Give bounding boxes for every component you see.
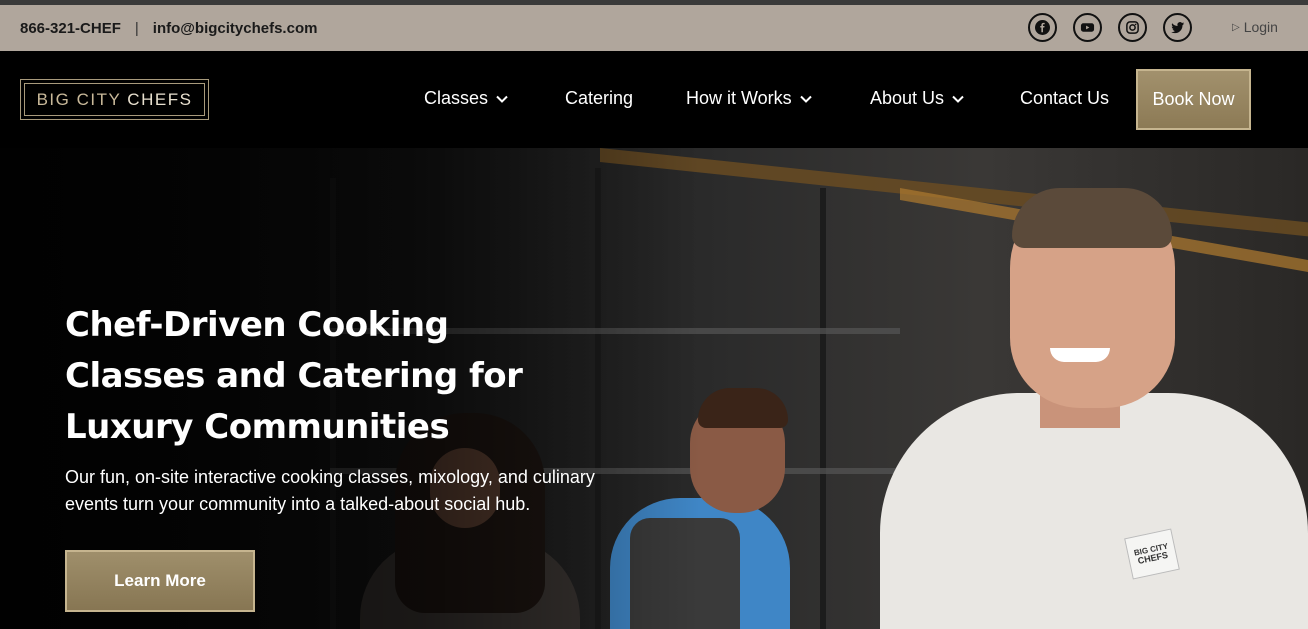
instagram-icon[interactable] — [1118, 13, 1147, 42]
social-links — [1028, 13, 1192, 42]
chevron-down-icon — [496, 95, 508, 103]
contact-info: 866-321-CHEF | info@bigcitychefs.com — [20, 20, 317, 37]
nav-item-label: How it Works — [686, 88, 792, 108]
contact-separator: | — [134, 19, 139, 37]
login-link[interactable]: ▷ Login — [1232, 19, 1278, 35]
chef-photo — [880, 393, 1308, 629]
hero-title: Chef-Driven Cooking Classes and Catering… — [65, 305, 523, 447]
hero-section: BIG CITY CHEFS Chef-Driven Cooking Class… — [0, 148, 1308, 629]
nav-item-catering[interactable]: Catering — [565, 88, 633, 109]
youtube-icon[interactable] — [1073, 13, 1102, 42]
shelf-pole — [820, 188, 826, 629]
nav-item-label: Catering — [565, 88, 634, 108]
nav-item-contact-us[interactable]: Contact Us — [1020, 88, 1109, 109]
play-triangle-icon: ▷ — [1232, 21, 1240, 33]
nav-item-about-us[interactable]: About Us — [870, 88, 964, 109]
email-link[interactable]: info@bigcitychefs.com — [153, 20, 318, 37]
chef-photo — [1012, 188, 1172, 248]
facebook-icon[interactable] — [1028, 13, 1057, 42]
login-label: Login — [1243, 19, 1278, 35]
background-person — [698, 388, 788, 428]
logo[interactable]: BIG CITY CHEFS — [20, 79, 209, 120]
hero-subtitle: Our fun, on-site interactive cooking cla… — [65, 467, 595, 514]
nav-item-label: Contact Us — [1020, 88, 1110, 108]
twitter-icon[interactable] — [1163, 13, 1192, 42]
nav-item-label: Classes — [424, 88, 489, 108]
main-navigation: BIG CITY CHEFS Classes Catering How it W… — [0, 51, 1308, 148]
top-contact-bar: 866-321-CHEF | info@bigcitychefs.com ▷ L… — [0, 5, 1308, 51]
logo-frame: BIG CITY CHEFS — [24, 83, 205, 116]
phone-link[interactable]: 866-321-CHEF — [20, 20, 121, 37]
chevron-down-icon — [952, 95, 964, 103]
nav-item-label: About Us — [870, 88, 945, 108]
learn-more-button[interactable]: Learn More — [65, 550, 255, 612]
chef-photo — [1050, 348, 1110, 362]
ceiling-beam — [600, 148, 1308, 237]
nav-item-how-it-works[interactable]: How it Works — [686, 88, 812, 109]
book-now-button[interactable]: Book Now — [1136, 69, 1251, 130]
logo-text-chefs: CHEFS — [127, 89, 193, 109]
logo-text-big-city: BIG CITY — [36, 89, 122, 109]
nav-item-classes[interactable]: Classes — [424, 88, 508, 109]
chevron-down-icon — [799, 95, 812, 103]
